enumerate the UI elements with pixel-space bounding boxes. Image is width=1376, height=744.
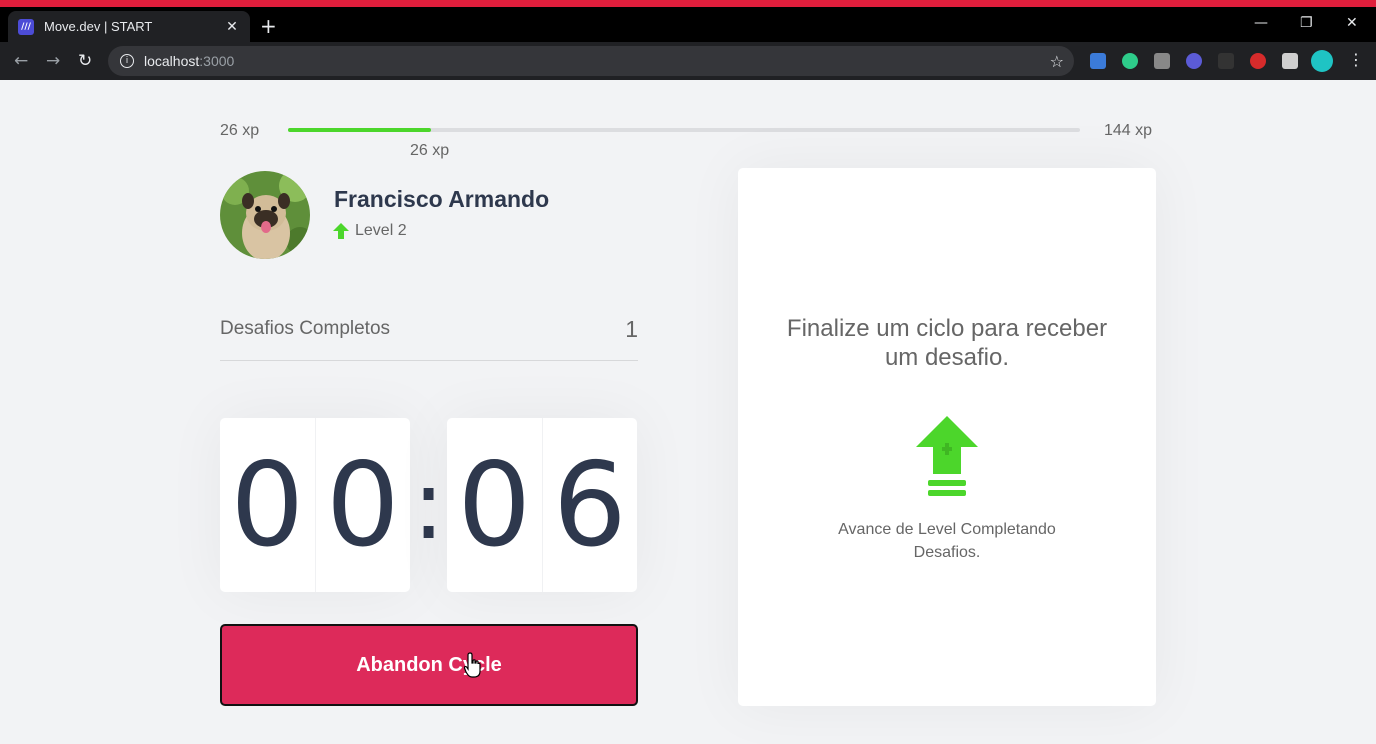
bookmark-star-icon[interactable]: ☆ [1050,52,1064,71]
extension-icon[interactable] [1186,53,1202,69]
challenge-box-title: Finalize um ciclo para receber um desafi… [786,315,1108,371]
address-bar[interactable]: i localhost:3000 ☆ [108,46,1074,76]
window-top-accent [0,0,1376,7]
xp-progress-bar [288,128,1080,132]
browser-menu-icon[interactable]: ⋮ [1348,50,1364,69]
extension-icon[interactable] [1250,53,1266,69]
site-info-icon[interactable]: i [120,54,134,68]
tab-title: Move.dev | START [44,19,153,34]
url-port: :3000 [199,53,235,69]
new-tab-button[interactable]: + [260,16,277,36]
minutes-display: 0 0 [220,418,410,592]
extension-icon[interactable] [1090,53,1106,69]
level-up-icon [916,416,978,496]
minute-digit: 0 [325,437,400,573]
hand-cursor-icon [464,652,481,678]
xp-max-label: 144 xp [1104,122,1153,139]
tab-close-icon[interactable]: ✕ [224,19,240,35]
level-row: Level 2 [333,222,407,240]
completed-challenges: Desafios Completos 1 [220,310,638,361]
favicon-icon: /// [18,18,34,35]
challenge-box: Finalize um ciclo para receber um desafi… [738,168,1156,706]
seconds-display: 0 6 [447,418,637,592]
xp-min-label: 26 xp [220,122,260,139]
minute-digit: 0 [220,418,316,592]
browser-profile-avatar[interactable] [1311,50,1333,72]
extension-icon[interactable] [1218,53,1234,69]
abandon-cycle-button[interactable]: Abandon Cycle [220,624,638,706]
time-separator: : [412,449,445,561]
level-up-arrow-icon [333,223,349,239]
countdown-timer: 0 0 : 0 6 [220,418,637,592]
xp-current-label: 26 xp [410,142,450,159]
extension-icon[interactable] [1122,53,1138,69]
profile-avatar [220,171,310,259]
browser-toolbar: ← → ↻ i localhost:3000 ☆ ⋮ [0,42,1376,80]
close-window-icon[interactable]: ✕ [1346,15,1358,31]
tab-bar: /// Move.dev | START ✕ + — ❐ ✕ [0,7,1376,42]
reload-icon[interactable]: ↻ [78,51,92,71]
back-icon[interactable]: ← [14,51,28,71]
profile-name: Francisco Armando [334,186,550,212]
xp-progress-fill [288,128,431,132]
extension-icon[interactable] [1154,53,1170,69]
challenge-box-hint: Avance de Level Completando Desafios. [838,521,1056,561]
app-page: 26 xp 144 xp 26 xp Francisco Armando Lev… [0,80,1376,744]
minimize-icon[interactable]: — [1254,15,1268,31]
url-text: localhost:3000 [144,53,234,69]
level-label: Level 2 [355,222,407,239]
completed-challenges-label: Desafios Completos [220,318,391,339]
puzzle-icon[interactable] [1282,53,1298,69]
second-digit: 6 [552,437,627,573]
completed-challenges-count: 1 [625,316,638,342]
second-digit: 0 [447,418,543,592]
forward-icon[interactable]: → [46,51,60,71]
browser-tab[interactable]: /// Move.dev | START ✕ [8,11,250,42]
restore-icon[interactable]: ❐ [1300,15,1313,31]
url-host: localhost [144,53,200,69]
